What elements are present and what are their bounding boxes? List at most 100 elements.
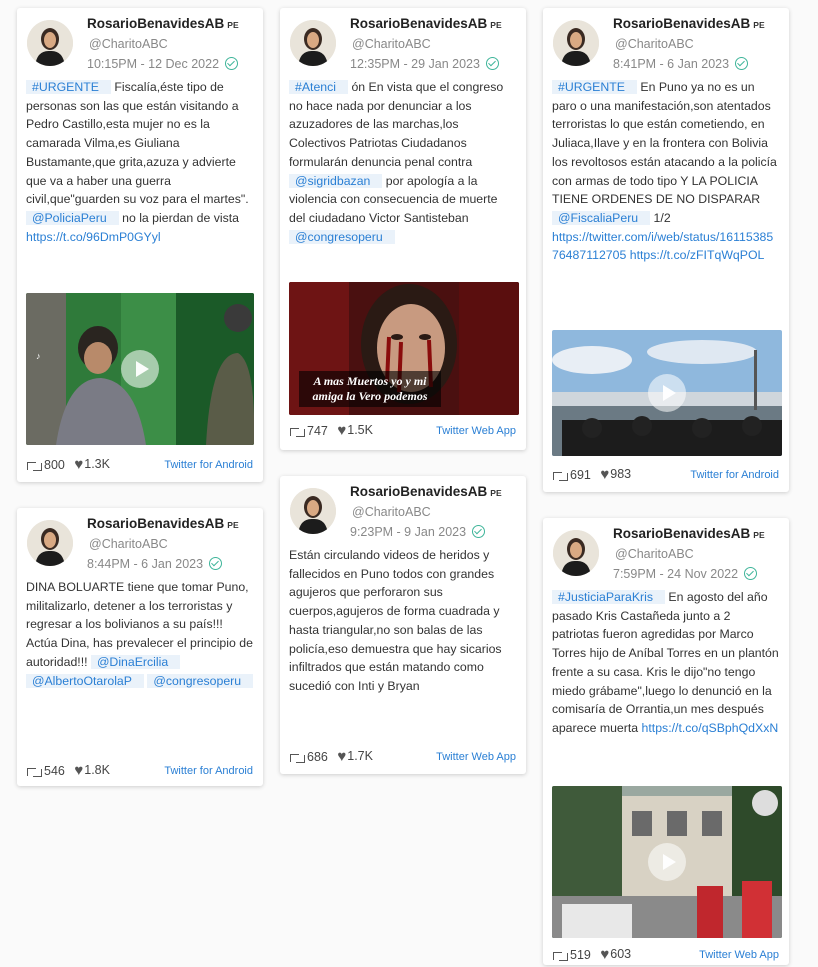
heart-icon: ♥ <box>600 946 610 964</box>
tweet-card: RosarioBenavidesAB PE @CharitoABC 7:59PM … <box>543 518 789 965</box>
retweet-icon <box>290 752 305 763</box>
heart-icon: ♥ <box>74 762 84 780</box>
tweet-text-segment: no la pierdan de vista <box>118 210 240 225</box>
display-name[interactable]: RosarioBenavidesAB PE <box>350 16 502 31</box>
timestamp[interactable]: 12:35PM - 29 Jan 2023 <box>350 57 499 71</box>
retweet-count[interactable]: 519 <box>553 948 591 962</box>
avatar[interactable] <box>553 530 599 576</box>
play-icon[interactable] <box>648 374 686 412</box>
user-handle[interactable]: @CharitoABC <box>89 537 168 551</box>
like-count[interactable]: ♥1.7K <box>337 749 373 764</box>
tweet-video[interactable] <box>552 330 782 456</box>
tweet-text-segment: Fiscalía,éste tipo de personas son las q… <box>26 80 249 207</box>
timestamp[interactable]: 7:59PM - 24 Nov 2022 <box>613 567 758 581</box>
mention-link[interactable]: @DinaErcilia <box>90 654 181 669</box>
tweet-text: DINA BOLUARTE tiene que tomar Puno, mili… <box>17 578 263 690</box>
tweet-text: #Atenci ón En vista que el congreso no h… <box>280 78 526 246</box>
retweet-count[interactable]: 691 <box>553 468 591 482</box>
display-name[interactable]: RosarioBenavidesAB PE <box>87 16 239 31</box>
display-name[interactable]: RosarioBenavidesAB PE <box>613 16 765 31</box>
retweet-count[interactable]: 747 <box>290 424 328 438</box>
tiktok-watermark: ♪ <box>36 351 41 361</box>
url-link[interactable]: https://t.co/zFITqWqPOL <box>630 248 765 262</box>
tweet-footer: 691 ♥983 Twitter for Android <box>553 467 779 487</box>
retweet-count[interactable]: 800 <box>27 458 65 472</box>
check-circle-icon <box>209 557 223 570</box>
tweet-text: #URGENTE En Puno ya no es un paro o una … <box>543 78 789 265</box>
avatar[interactable] <box>27 20 73 66</box>
tweet-text: #URGENTE Fiscalía,éste tipo de personas … <box>17 78 263 246</box>
timestamp[interactable]: 8:44PM - 6 Jan 2023 <box>87 557 223 571</box>
user-handle[interactable]: @CharitoABC <box>89 37 168 51</box>
heart-icon: ♥ <box>337 422 347 440</box>
tweet-footer: 519 ♥603 Twitter Web App <box>553 947 779 967</box>
check-circle-icon <box>225 57 239 70</box>
retweet-icon <box>27 766 42 777</box>
timestamp[interactable]: 10:15PM - 12 Dec 2022 <box>87 57 239 71</box>
retweet-icon <box>553 950 568 961</box>
avatar[interactable] <box>290 488 336 534</box>
image-caption: A mas Muertos yo y mi amiga la Vero pode… <box>299 371 441 407</box>
check-circle-icon <box>735 57 749 70</box>
play-icon[interactable] <box>121 350 159 388</box>
tweet-footer: 546 ♥1.8K Twitter for Android <box>27 763 253 783</box>
tweet-video[interactable]: ♪ <box>26 293 254 445</box>
like-count[interactable]: ♥603 <box>600 947 631 962</box>
mention-link[interactable]: @AlbertoOtarolaP <box>26 673 144 688</box>
url-link[interactable]: https://t.co/96DmP0GYyl <box>26 230 161 244</box>
timestamp[interactable]: 8:41PM - 6 Jan 2023 <box>613 57 749 71</box>
timestamp[interactable]: 9:23PM - 9 Jan 2023 <box>350 525 486 539</box>
media-indicator <box>752 790 778 816</box>
tweet-source[interactable]: Twitter for Android <box>690 469 779 481</box>
display-name[interactable]: RosarioBenavidesAB PE <box>350 484 502 499</box>
like-count[interactable]: ♥1.5K <box>337 423 373 438</box>
tweet-source[interactable]: Twitter Web App <box>436 425 516 437</box>
tweet-footer: 686 ♥1.7K Twitter Web App <box>290 749 516 769</box>
hashtag-link[interactable]: #JusticiaParaKris <box>552 590 665 604</box>
retweet-icon <box>290 426 305 437</box>
mention-link[interactable]: @FiscaliaPeru <box>552 210 651 225</box>
tweet-card: RosarioBenavidesAB PE @CharitoABC 8:41PM … <box>543 8 789 492</box>
hashtag-link[interactable]: #URGENTE <box>26 80 111 94</box>
retweet-count[interactable]: 546 <box>27 764 65 778</box>
display-name[interactable]: RosarioBenavidesAB PE <box>613 526 765 541</box>
tweet-text-segment: Están circulando videos de heridos y fal… <box>289 548 502 693</box>
url-link[interactable]: https://t.co/qSBphQdXxN <box>642 721 779 735</box>
user-handle[interactable]: @CharitoABC <box>615 547 694 561</box>
tweet-video[interactable] <box>552 786 782 938</box>
user-handle[interactable]: @CharitoABC <box>615 37 694 51</box>
hashtag-link[interactable]: #Atenci <box>289 80 349 94</box>
avatar[interactable] <box>290 20 336 66</box>
avatar[interactable] <box>553 20 599 66</box>
mention-link[interactable]: @PoliciaPeru <box>26 210 119 225</box>
heart-icon: ♥ <box>337 748 347 766</box>
retweet-icon <box>553 470 568 481</box>
tweet-text: Están circulando videos de heridos y fal… <box>280 546 526 696</box>
user-handle[interactable]: @CharitoABC <box>352 505 431 519</box>
check-circle-icon <box>744 567 758 580</box>
display-name[interactable]: RosarioBenavidesAB PE <box>87 516 239 531</box>
mention-link[interactable]: @congresoperu <box>289 229 395 244</box>
hashtag-link[interactable]: #URGENTE <box>552 80 637 94</box>
play-icon[interactable] <box>648 843 686 881</box>
heart-icon: ♥ <box>74 456 84 474</box>
mention-link[interactable]: @sigridbazan <box>289 173 383 188</box>
tweet-source[interactable]: Twitter for Android <box>164 459 253 471</box>
avatar[interactable] <box>27 520 73 566</box>
tweet-text-segment: En agosto del año pasado Kris Castañeda … <box>552 590 779 735</box>
like-count[interactable]: ♥1.8K <box>74 763 110 778</box>
like-count[interactable]: ♥983 <box>600 467 631 482</box>
tweet-card: RosarioBenavidesAB PE @CharitoABC 8:44PM … <box>17 508 263 786</box>
retweet-count[interactable]: 686 <box>290 750 328 764</box>
tweet-text-segment: 1/2 <box>650 210 671 225</box>
tweet-image[interactable]: A mas Muertos yo y mi amiga la Vero pode… <box>289 282 519 415</box>
tweet-source[interactable]: Twitter Web App <box>436 751 516 763</box>
tweet-card: RosarioBenavidesAB PE @CharitoABC 12:35PM… <box>280 8 526 450</box>
tweet-source[interactable]: Twitter for Android <box>164 765 253 777</box>
mention-link[interactable]: @congresoperu <box>147 673 254 688</box>
check-circle-icon <box>485 57 499 70</box>
heart-icon: ♥ <box>600 466 610 484</box>
user-handle[interactable]: @CharitoABC <box>352 37 431 51</box>
tweet-source[interactable]: Twitter Web App <box>699 949 779 961</box>
like-count[interactable]: ♥1.3K <box>74 457 110 472</box>
